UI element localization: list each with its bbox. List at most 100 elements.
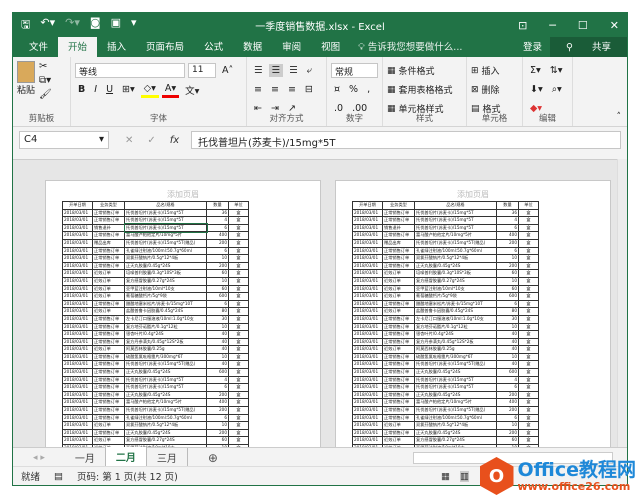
table-cell[interactable]: 盒 [228,307,249,316]
table-cell[interactable]: 盒 [518,428,539,438]
table-cell[interactable]: 盒 [228,421,249,430]
table-cell[interactable]: 2018/03/01 [62,406,93,415]
table-cell[interactable]: 双氯芬酸钠片/0.5g*12*4板 [414,254,497,263]
table-cell[interactable]: 200 [496,238,519,248]
table-cell[interactable]: 盒 [518,276,539,286]
table-cell[interactable]: 盒 [228,231,249,240]
table-cell[interactable]: 2018/03/01 [352,322,383,332]
column-header[interactable]: 单位 [518,201,539,210]
table-cell[interactable]: 正常销售订单 [382,314,415,324]
table-cell[interactable]: 盒 [228,276,249,286]
table-cell[interactable]: 正常销售订单 [382,398,415,408]
table-cell[interactable]: 盒 [228,428,249,438]
collapse-ribbon-icon[interactable]: ˄ [617,112,622,122]
table-cell[interactable]: 2018/03/01 [62,261,93,271]
table-cell[interactable]: 近效订单 [92,292,125,301]
table-cell[interactable]: 2018/03/01 [62,398,93,408]
table-cell[interactable]: 托伐普坦片(苏麦卡)/15mg*5T [414,383,497,392]
table-cell[interactable]: 2018/03/01 [62,330,93,339]
table-cell[interactable]: 近效订单 [382,292,415,301]
table-cell[interactable]: 盒 [228,398,249,408]
table-cell[interactable]: 200 [206,428,229,438]
table-cell[interactable]: 银杏叶片/0.4g*24S [414,330,497,339]
table-cell[interactable]: 正常销售订单 [382,216,415,225]
table-cell[interactable]: 近效订单 [92,307,125,316]
table-cell[interactable]: 正常销售订单 [92,390,125,400]
table-cell[interactable]: 正常销售订单 [382,413,415,423]
column-header[interactable]: 品名/规格 [124,201,207,210]
table-cell[interactable]: 600 [496,292,519,301]
table-cell[interactable]: 2018/03/01 [352,292,383,301]
table-cell[interactable]: 2018/03/01 [62,368,93,377]
cut-icon[interactable]: ✂ [39,61,52,72]
table-cell[interactable]: 盒 [518,284,539,294]
tab-page-layout[interactable]: 页面布局 [136,36,194,57]
table-cell[interactable]: 盒 [228,216,249,225]
table-cell[interactable]: 正天丸胶囊/0.45g*24S [414,261,497,271]
table-cell[interactable]: 2018/03/01 [352,436,383,445]
table-cell[interactable]: 盒 [228,406,249,415]
table-cell[interactable]: 10 [496,276,519,286]
table-cell[interactable]: 盒 [228,246,249,256]
table-cell[interactable]: 孔雀绿注射液/100ml:50.7g*60ml [414,246,497,256]
fill-icon[interactable]: ⬇▾ [527,83,546,96]
table-cell[interactable]: 2018/03/01 [62,413,93,423]
table-cell[interactable]: 近效订单 [382,436,415,445]
table-cell[interactable]: 80 [496,307,519,316]
table-cell[interactable]: 托伐普坦片(苏麦卡)/15mg*5T [124,375,207,385]
table-cell[interactable]: 盒 [228,254,249,263]
normal-view-icon[interactable]: ▦ [441,471,450,482]
font-name-select[interactable]: 等线 [75,63,185,78]
table-cell[interactable]: 正常销售订单 [92,231,125,240]
table-cell[interactable]: 盒 [518,216,539,225]
table-cell[interactable]: 盒 [518,299,539,309]
table-cell[interactable]: 正天丸胶囊/0.45g*24S [124,368,207,377]
fill-color-icon[interactable]: ◇▾ [140,82,159,98]
table-cell[interactable]: 近效订单 [382,345,415,354]
table-cell[interactable]: 正常销售订单 [382,231,415,240]
table-cell[interactable]: 6 [206,299,229,309]
table-cell[interactable]: 正常销售订单 [382,352,415,362]
align-middle-icon[interactable]: ☰ [268,64,284,77]
table-cell[interactable]: 盒 [518,337,539,347]
table-cell[interactable]: 2018/03/01 [352,216,383,225]
table-cell[interactable]: 2018/03/01 [62,238,93,248]
table-cell[interactable]: 2018/03/01 [62,322,93,332]
table-cell[interactable]: 盐酸普鲁卡因胶囊/0.45g*24S [414,307,497,316]
table-cell[interactable]: 销售退补 [382,223,415,233]
table-cell[interactable]: 孔雀绿注射液/100ml:50.7g*60ml [414,413,497,423]
table-cell[interactable]: 盒 [228,208,249,218]
table-cell[interactable]: 富马酸卢帕他定片/10mg*5片 [414,231,497,240]
tab-review[interactable]: 审阅 [272,36,311,57]
table-cell[interactable]: 正常销售订单 [92,322,125,332]
table-format-button[interactable]: ▦ 套用表格格式 [387,80,462,99]
formula-input[interactable]: 托伐普坦片(苏麦卡)/15mg*5T [191,131,621,149]
table-cell[interactable]: 富马酸卢帕他定片/10mg*5片 [414,398,497,408]
table-cell[interactable]: 富马酸卢帕他定片/10mg*5片 [124,398,207,408]
table-cell[interactable]: 400 [496,398,519,408]
table-cell[interactable]: 葡萄糖酸钙片/5g*9袋 [124,292,207,301]
table-cell[interactable]: 正常销售订单 [382,261,415,271]
table-cell[interactable]: 6 [496,246,519,256]
table-cell[interactable]: 正常销售订单 [92,261,125,271]
tab-view[interactable]: 视图 [311,36,350,57]
table-cell[interactable]: 6 [496,383,519,392]
table-cell[interactable]: 2018/03/01 [352,254,383,263]
table-cell[interactable]: 盒 [228,223,249,233]
copy-icon[interactable]: ⧉▾ [39,75,52,86]
table-cell[interactable]: 30 [496,314,519,324]
table-cell[interactable]: 盒 [228,337,249,347]
table-cell[interactable]: 托伐普坦片(苏麦卡)/15mg*5T [414,208,497,218]
tab-home[interactable]: 开始 [58,36,98,57]
table-cell[interactable]: 盒 [518,292,539,301]
table-cell[interactable]: 近效订单 [382,307,415,316]
table-cell[interactable]: 40 [206,337,229,347]
table-cell[interactable]: 10 [496,421,519,430]
table-cell[interactable]: 40 [206,360,229,370]
tab-formulas[interactable]: 公式 [194,36,233,57]
table-cell[interactable]: 托伐普坦片(苏麦卡)/15mg*5T [124,216,207,225]
table-cell[interactable]: 托伐普坦片(苏麦卡)/15mg*5T [414,216,497,225]
table-cell[interactable]: 盒 [518,330,539,339]
table-cell[interactable]: 近效订单 [92,284,125,294]
table-cell[interactable]: 60 [206,436,229,445]
